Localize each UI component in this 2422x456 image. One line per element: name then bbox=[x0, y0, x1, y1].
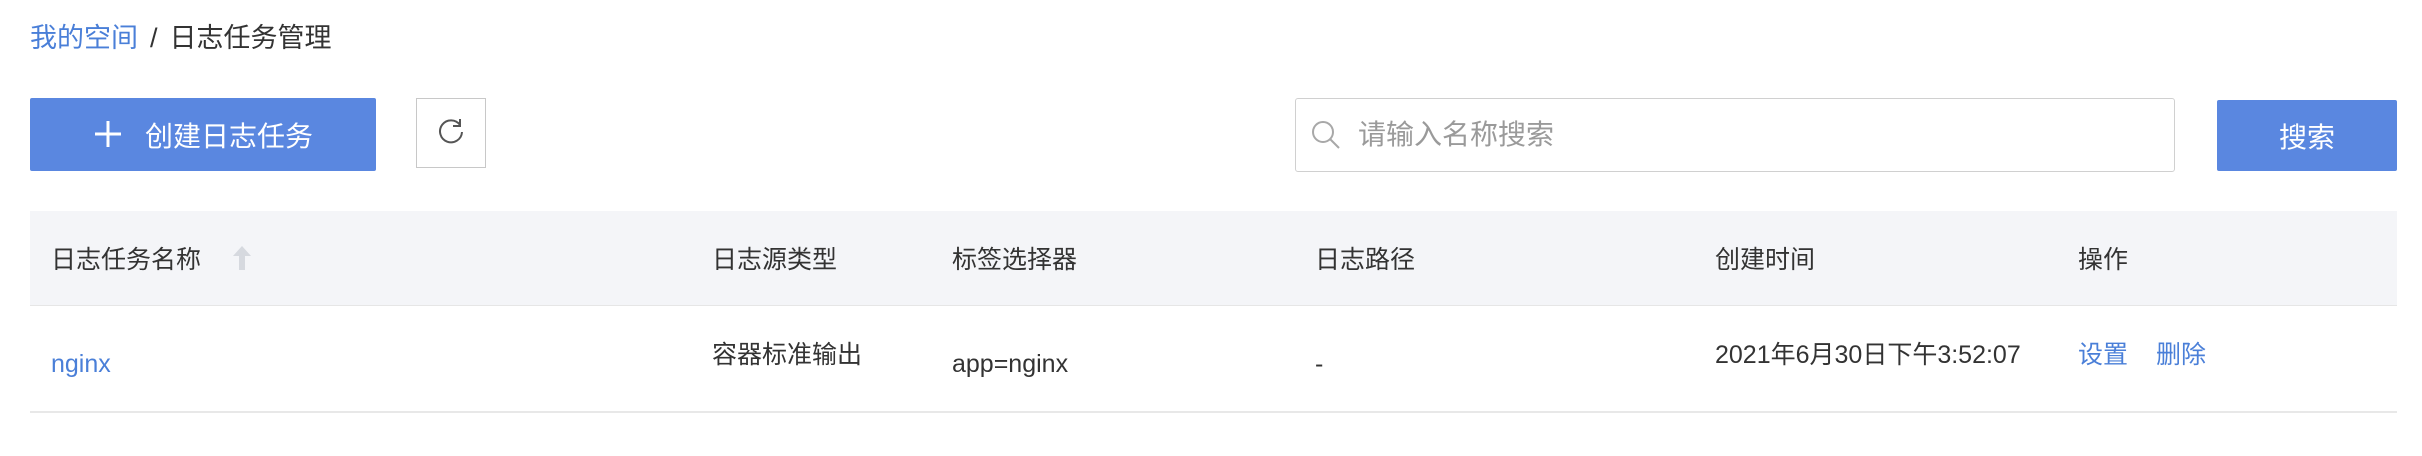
search-icon bbox=[1310, 119, 1342, 151]
page-title: 日志任务管理 bbox=[169, 23, 332, 53]
column-header-name[interactable]: 日志任务名称 bbox=[51, 211, 253, 305]
refresh-icon bbox=[436, 116, 466, 151]
breadcrumb-my-space[interactable]: 我的空间 bbox=[30, 18, 138, 58]
source-type-cell: 容器标准输出 bbox=[712, 340, 863, 369]
column-header-created: 创建时间 bbox=[1715, 246, 1816, 274]
refresh-button[interactable] bbox=[416, 98, 486, 168]
breadcrumb-separator: / bbox=[150, 23, 158, 53]
column-header-selector: 标签选择器 bbox=[952, 246, 1078, 274]
column-header-source-type: 日志源类型 bbox=[712, 246, 838, 274]
create-log-task-label: 创建日志任务 bbox=[144, 120, 313, 152]
column-header-path: 日志路径 bbox=[1315, 246, 1416, 274]
search-input[interactable] bbox=[1356, 118, 2140, 152]
column-header-actions: 操作 bbox=[2078, 246, 2129, 274]
log-task-table: 日志任务名称 日志源类型 标签选择器 日志路径 创建时间 操作 nginx 容器… bbox=[30, 211, 2397, 413]
selector-cell: app=nginx bbox=[952, 350, 1069, 378]
task-name-link[interactable]: nginx bbox=[51, 306, 111, 411]
plus-icon bbox=[93, 113, 123, 157]
created-time-cell: 2021年6月30日下午3:52:07 bbox=[1715, 340, 2021, 369]
sort-up-icon[interactable] bbox=[231, 244, 253, 272]
table-row: nginx 容器标准输出 app=nginx - 2021年6月30日下午3:5… bbox=[30, 306, 2397, 413]
search-box bbox=[1295, 98, 2175, 172]
actions-cell: 设置 删除 bbox=[2078, 306, 2234, 411]
search-button[interactable]: 搜索 bbox=[2217, 100, 2397, 171]
create-log-task-button[interactable]: 创建日志任务 bbox=[30, 98, 376, 171]
table-header: 日志任务名称 日志源类型 标签选择器 日志路径 创建时间 操作 bbox=[30, 211, 2397, 306]
breadcrumb: 我的空间 / 日志任务管理 bbox=[30, 18, 332, 58]
delete-link[interactable]: 删除 bbox=[2156, 335, 2206, 371]
settings-link[interactable]: 设置 bbox=[2078, 335, 2128, 371]
path-cell: - bbox=[1315, 350, 1324, 378]
